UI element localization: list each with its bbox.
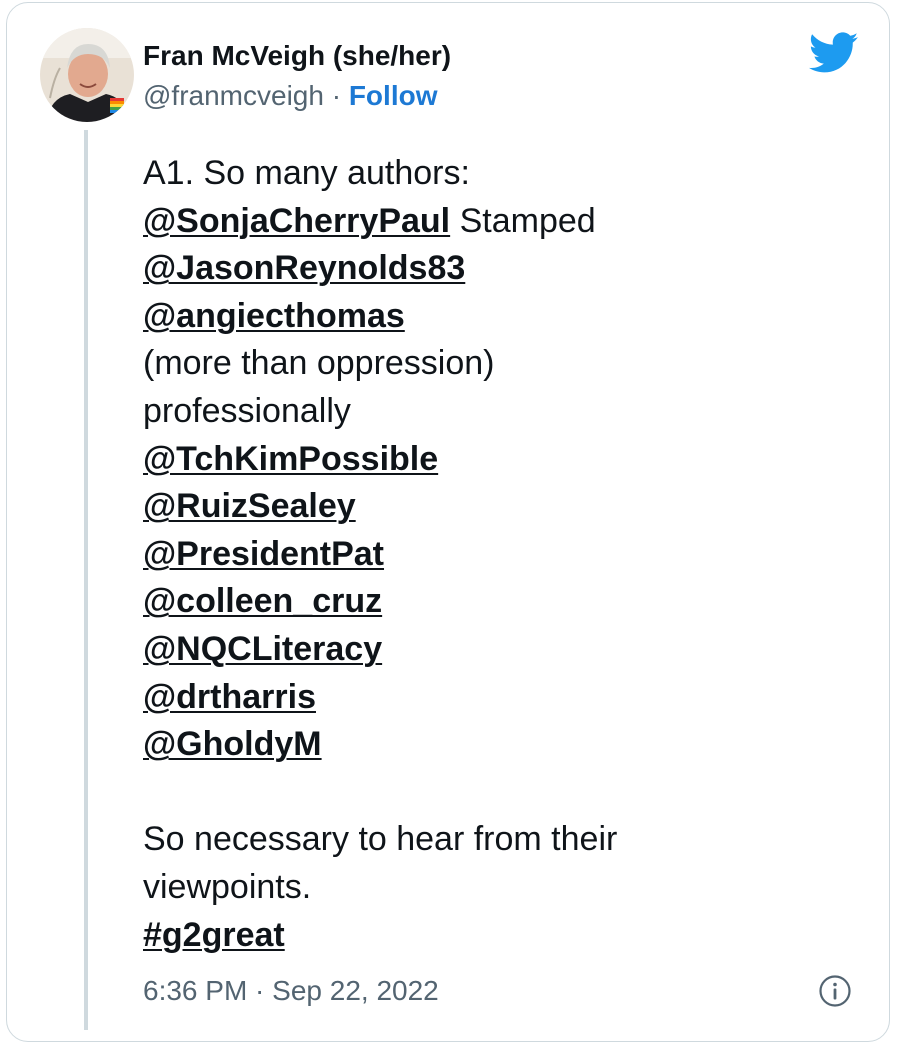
tweet-line: @angiecthomas xyxy=(143,293,843,341)
tweet-line: @colleen_cruz xyxy=(143,578,843,626)
twitter-bird-icon[interactable] xyxy=(808,32,859,74)
mention-link[interactable]: @JasonReynolds83 xyxy=(143,249,465,287)
mention-link[interactable]: @PresidentPat xyxy=(143,535,384,573)
separator-dot: · xyxy=(331,80,342,111)
tweet-line: @PresidentPat xyxy=(143,531,843,579)
mention-link[interactable]: @drtharris xyxy=(143,678,316,716)
tweet-line: (more than oppression) xyxy=(143,344,495,383)
mention-link[interactable]: @SonjaCherryPaul xyxy=(143,202,450,240)
tweet-line: @NQCLiteracy xyxy=(143,626,843,674)
mention-link[interactable]: @RuizSealey xyxy=(143,487,356,525)
tweet-line: So necessary to hear from their xyxy=(143,820,618,859)
mention-link[interactable]: @NQCLiteracy xyxy=(143,630,382,668)
tweet-line: @SonjaCherryPaul Stamped xyxy=(143,198,843,246)
tweet-line: @JasonReynolds83 xyxy=(143,245,843,293)
mention-link[interactable]: @TchKimPossible xyxy=(143,440,438,478)
tweet-line: A1. So many authors: xyxy=(143,154,470,192)
tweet-line: viewpoints. xyxy=(143,867,312,906)
tweet-text: A1. So many authors: @SonjaCherryPaul St… xyxy=(143,150,843,959)
tweet-line: @TchKimPossible xyxy=(143,436,843,484)
tweet-text-fragment: Stamped xyxy=(450,201,596,240)
author-name[interactable]: Fran McVeigh (she/her) xyxy=(143,40,451,72)
tweet-line: @GholdyM xyxy=(143,721,843,769)
avatar[interactable] xyxy=(40,28,134,122)
tweet-line: #g2great xyxy=(143,912,843,960)
tweet-line: @RuizSealey xyxy=(143,483,843,531)
thread-line xyxy=(84,130,88,1030)
mention-link[interactable]: @colleen_cruz xyxy=(143,582,382,620)
tweet-line: professionally xyxy=(143,391,351,430)
info-icon[interactable] xyxy=(818,974,852,1008)
tweet-timestamp[interactable]: 6:36 PM · Sep 22, 2022 xyxy=(143,975,439,1007)
avatar-image xyxy=(40,28,134,122)
follow-button[interactable]: Follow xyxy=(349,80,438,111)
handle-row: @franmcveigh · Follow xyxy=(143,80,437,112)
tweet-line: @drtharris xyxy=(143,674,843,722)
mention-link[interactable]: @GholdyM xyxy=(143,725,322,763)
mention-link[interactable]: @angiecthomas xyxy=(143,297,405,335)
hashtag-link[interactable]: #g2great xyxy=(143,916,285,954)
author-handle[interactable]: @franmcveigh xyxy=(143,80,324,111)
